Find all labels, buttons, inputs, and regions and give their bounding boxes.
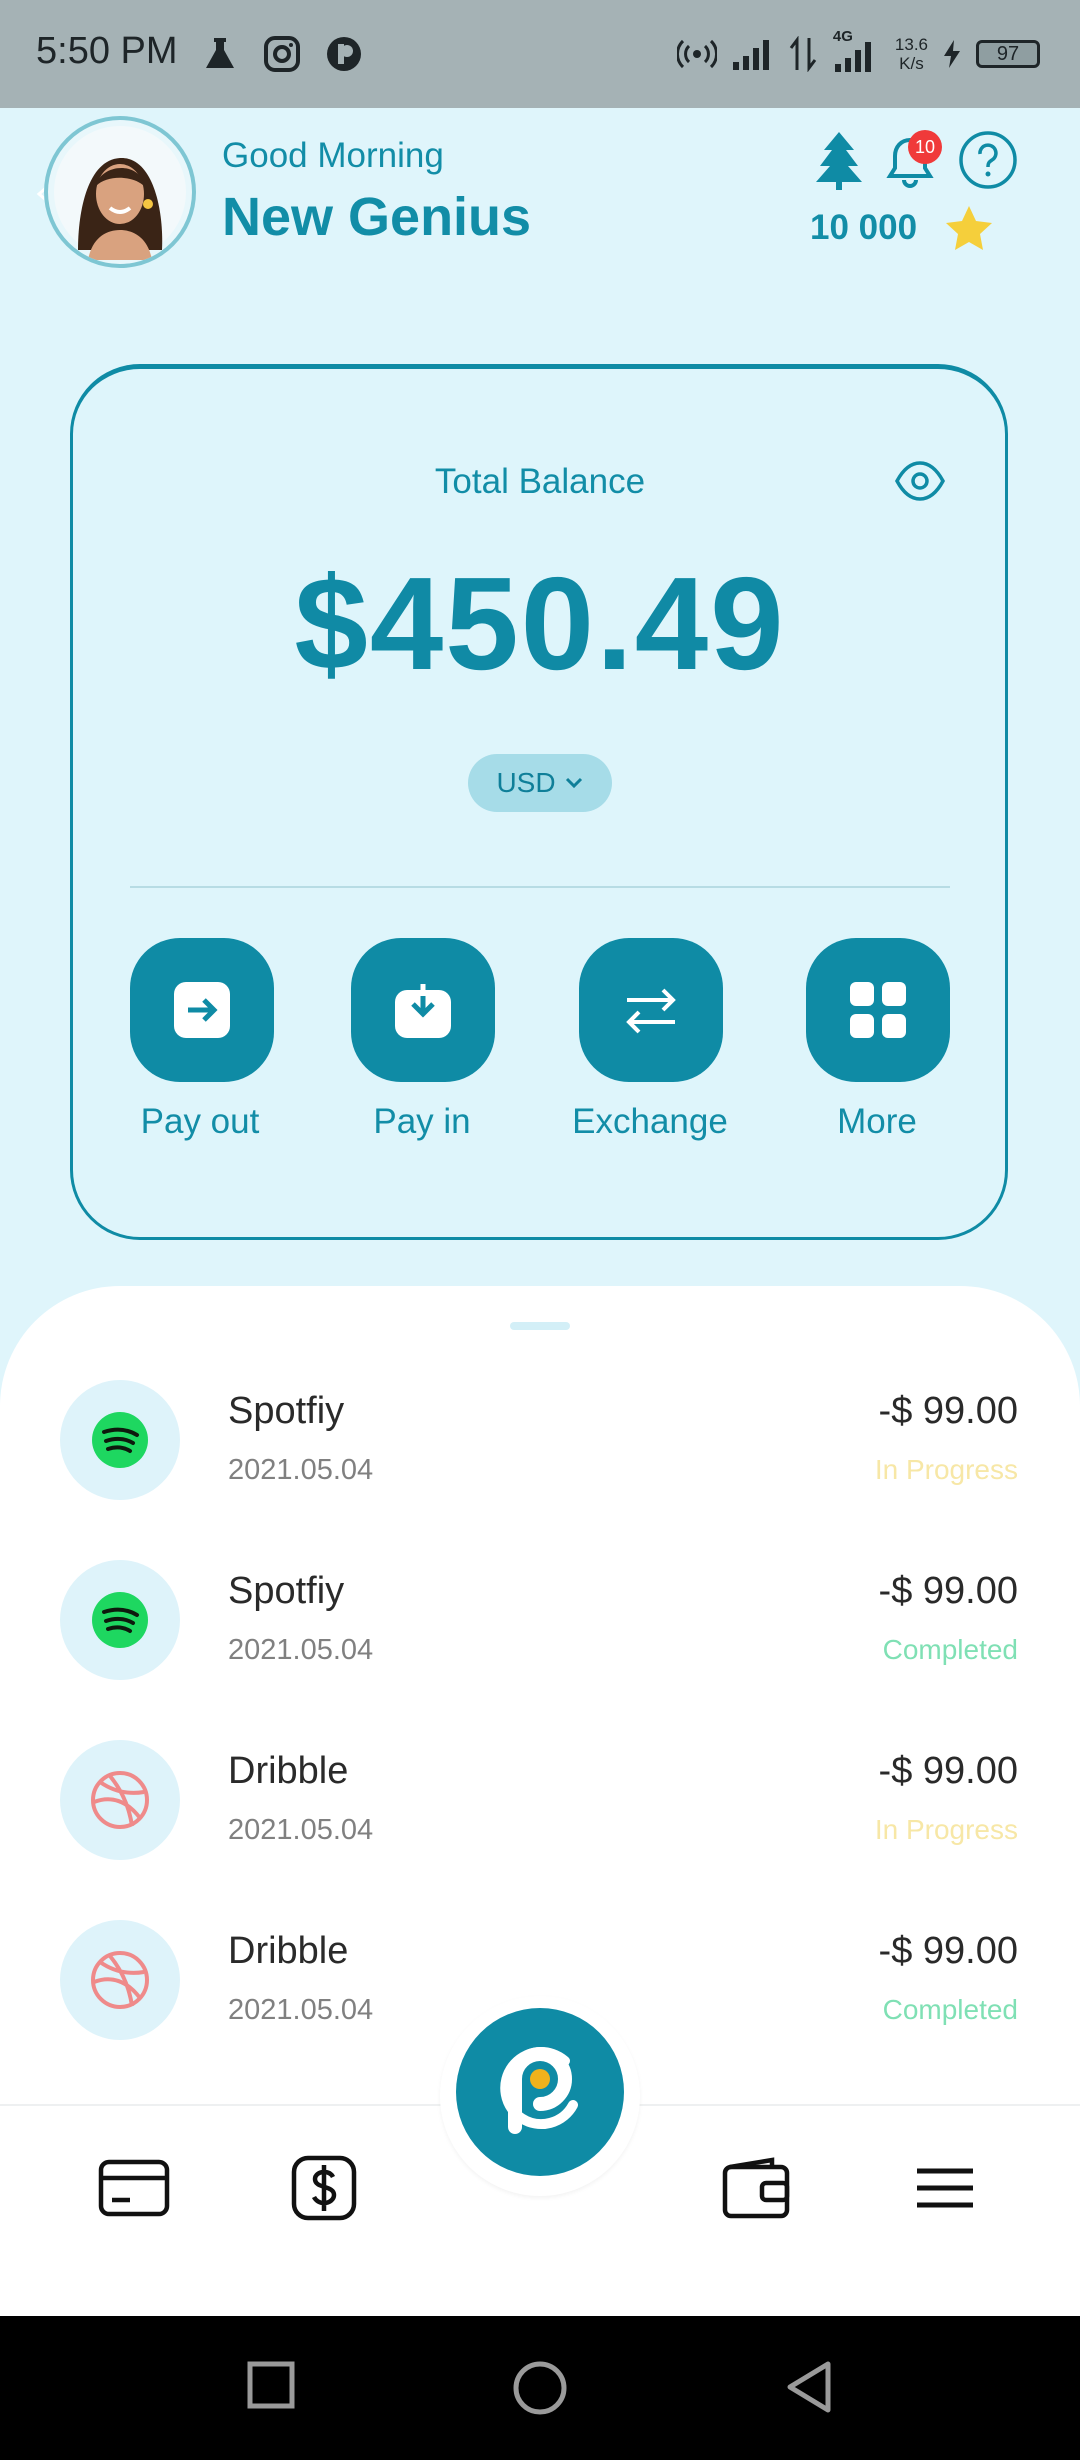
transaction-date: 2021.05.04 <box>228 1634 374 1666</box>
star-icon <box>944 204 994 257</box>
status-system-icons: 4G 13.6 K/s 97 <box>676 28 1040 78</box>
exchange-button[interactable] <box>579 938 723 1082</box>
card-divider <box>130 886 950 888</box>
signal-4g: 4G <box>831 28 881 74</box>
home-circle-icon[interactable] <box>512 2360 568 2421</box>
notification-badge: 10 <box>908 130 942 164</box>
greeting-text: Good Morning <box>222 136 444 175</box>
flask-icon <box>206 38 234 68</box>
transaction-status: Completed <box>882 1994 1018 2025</box>
help-icon[interactable] <box>958 130 1018 195</box>
transaction-amount: -$ 99.00 <box>878 1930 1018 1972</box>
nav-wallet[interactable] <box>706 2138 806 2238</box>
dribbble-icon <box>91 1951 149 2009</box>
exchange-label: Exchange <box>572 1102 728 1141</box>
balance-amount: $450.49 <box>294 550 786 697</box>
battery-indicator: 97 <box>976 40 1040 68</box>
transaction-icon <box>60 1920 180 2040</box>
data-transfer-icon <box>789 36 817 72</box>
charging-icon <box>944 40 960 68</box>
status-notification-icons <box>200 34 364 74</box>
transaction-row[interactable]: Spotfiy 2021.05.04 -$ 99.00 In Progress <box>0 1370 1080 1510</box>
dollar-icon <box>291 2155 357 2221</box>
transaction-row[interactable]: Dribble 2021.05.04 -$ 99.00 In Progress <box>0 1730 1080 1870</box>
wallet-icon <box>722 2157 790 2219</box>
transaction-status: In Progress <box>874 1814 1018 1845</box>
currency-selector[interactable]: USD <box>468 754 612 812</box>
menu-icon <box>917 2168 973 2208</box>
transaction-name: Dribble <box>228 1930 349 1972</box>
spotify-icon <box>92 1412 148 1468</box>
currency-label: USD <box>496 767 556 798</box>
tree-icon[interactable] <box>814 130 864 195</box>
transaction-icon <box>60 1740 180 1860</box>
grid-icon <box>850 982 906 1038</box>
transaction-row[interactable]: Spotfiy 2021.05.04 -$ 99.00 Completed <box>0 1550 1080 1690</box>
instagram-icon <box>264 36 300 72</box>
recents-icon[interactable] <box>246 2360 296 2415</box>
nav-payments[interactable] <box>274 2138 374 2238</box>
pay-in-button[interactable] <box>351 938 495 1082</box>
back-triangle-icon[interactable] <box>784 2360 834 2419</box>
signal-icon <box>732 40 769 70</box>
hotspot-icon <box>676 39 717 69</box>
status-time: 5:50 PM <box>36 30 178 72</box>
more-button[interactable] <box>806 938 950 1082</box>
pay-out-icon <box>174 982 230 1038</box>
chevron-down-icon <box>565 777 582 789</box>
eye-icon[interactable] <box>894 458 946 509</box>
nav-menu[interactable] <box>895 2138 995 2238</box>
transaction-icon <box>60 1380 180 1500</box>
avatar-image <box>54 126 186 260</box>
transaction-date: 2021.05.04 <box>228 1814 374 1846</box>
network-speed-unit: K/s <box>899 54 924 73</box>
dribbble-icon <box>91 1771 149 1829</box>
card-icon <box>98 2159 170 2217</box>
avatar[interactable] <box>48 120 192 264</box>
transaction-name: Spotfiy <box>228 1570 345 1612</box>
transaction-amount: -$ 99.00 <box>878 1570 1018 1612</box>
transaction-date: 2021.05.04 <box>228 1994 374 2026</box>
sheet-drag-handle[interactable] <box>510 1322 570 1330</box>
exchange-icon <box>626 988 676 1034</box>
battery-level: 97 <box>996 42 1020 65</box>
transaction-icon <box>60 1560 180 1680</box>
more-label: More <box>837 1102 917 1141</box>
network-speed-value: 13.6 <box>894 35 928 54</box>
pay-out-label: Pay out <box>140 1102 260 1141</box>
transaction-name: Dribble <box>228 1750 349 1792</box>
transaction-amount: -$ 99.00 <box>878 1390 1018 1432</box>
app-status-icon <box>327 37 361 71</box>
app-logo-icon <box>500 2047 578 2134</box>
network-speed: 13.6 K/s <box>895 35 928 73</box>
transaction-status: Completed <box>882 1634 1018 1665</box>
transaction-amount: -$ 99.00 <box>878 1750 1018 1792</box>
home-fab-button[interactable] <box>456 2008 624 2176</box>
pay-in-icon <box>395 984 451 1038</box>
points-value: 10 000 <box>810 208 918 247</box>
pay-out-button[interactable] <box>130 938 274 1082</box>
user-name: New Genius <box>222 187 532 247</box>
spotify-icon <box>92 1592 148 1648</box>
transaction-name: Spotfiy <box>228 1390 345 1432</box>
transaction-status: In Progress <box>874 1454 1018 1485</box>
signal-4g-icon <box>834 42 871 72</box>
pay-in-label: Pay in <box>373 1102 471 1141</box>
nav-cards[interactable] <box>84 2138 184 2238</box>
transaction-date: 2021.05.04 <box>228 1454 374 1486</box>
